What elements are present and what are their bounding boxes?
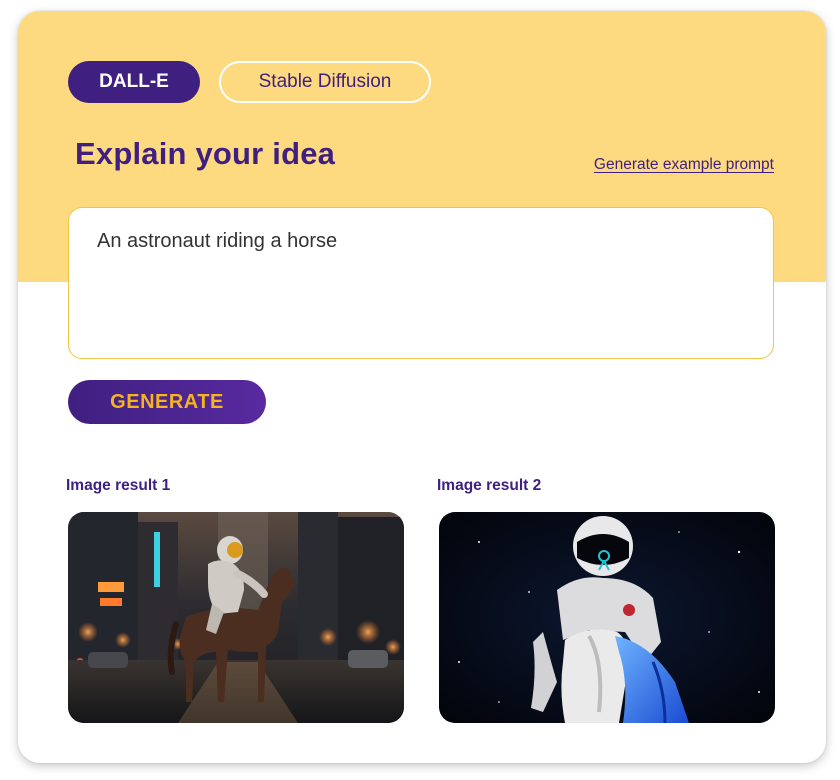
prompt-input[interactable]: An astronaut riding a horse <box>68 207 774 359</box>
result-image-2[interactable] <box>439 512 775 723</box>
tab-dall-e[interactable]: DALL-E <box>68 61 200 103</box>
tab-stable-diffusion[interactable]: Stable Diffusion <box>219 61 431 103</box>
result-2-label: Image result 2 <box>437 477 542 494</box>
result-1-label: Image result 1 <box>66 477 171 494</box>
generate-example-prompt-link[interactable]: Generate example prompt <box>594 156 774 174</box>
page-title: Explain your idea <box>75 136 336 171</box>
generate-button[interactable]: GENERATE <box>68 380 266 424</box>
result-image-1[interactable] <box>68 512 404 723</box>
prompt-card: DALL-E Stable Diffusion Explain your ide… <box>18 11 826 763</box>
